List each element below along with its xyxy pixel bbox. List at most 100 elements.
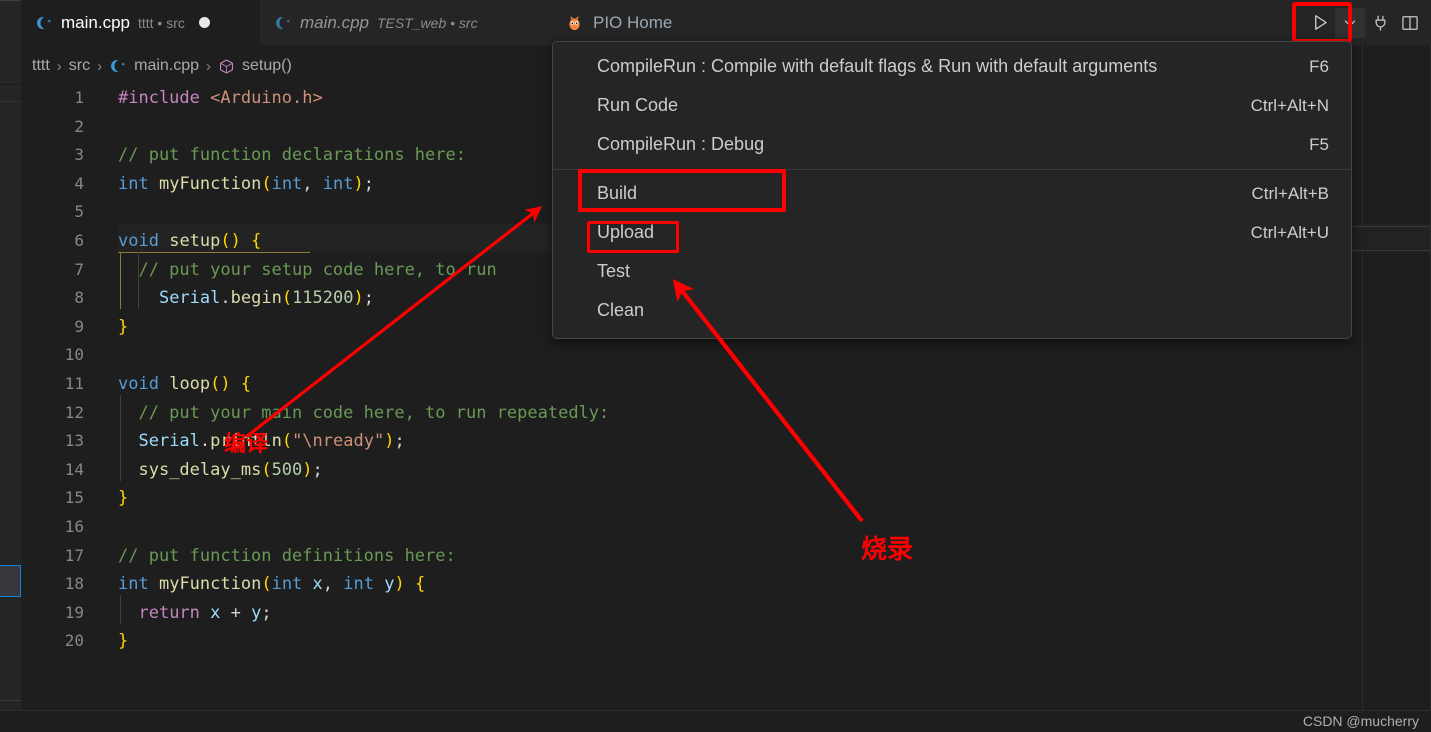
right-panel-band — [1340, 226, 1431, 250]
cpp-file-icon — [37, 16, 51, 29]
line-number: 7 — [74, 260, 84, 279]
code-token: Serial — [158, 288, 221, 308]
run-dropdown-button[interactable] — [1335, 7, 1365, 38]
chevron-down-icon — [1344, 19, 1356, 26]
code-token: void — [118, 231, 159, 251]
code-line[interactable]: #include <Arduino.h> — [118, 84, 323, 113]
code-line[interactable]: Serial.begin(115200); — [118, 284, 374, 313]
code-token: void — [118, 374, 159, 394]
code-token: y — [251, 603, 262, 623]
code-token: y — [384, 574, 395, 594]
annotation-compile-text: 编译 — [224, 432, 269, 457]
code-token: int — [118, 174, 149, 194]
chevron-right-icon: › — [97, 57, 103, 75]
split-editor-button[interactable] — [1395, 8, 1425, 38]
run-button[interactable] — [1305, 8, 1335, 38]
code-token: () — [220, 231, 241, 251]
code-token: ( — [281, 288, 293, 308]
breadcrumb-item-src[interactable]: src — [69, 57, 90, 75]
menu-item-build[interactable]: Build Ctrl+Alt+B — [553, 174, 1351, 213]
code-token: ) — [394, 574, 405, 594]
code-token: ; — [312, 460, 323, 480]
code-line[interactable]: // put function declarations here: — [118, 141, 466, 170]
code-token: myFunction — [158, 574, 262, 594]
code-token: + — [220, 603, 252, 623]
code-token: ( — [261, 574, 272, 594]
code-token: // put your setup code here, to run — [118, 260, 497, 280]
code-line[interactable]: int myFunction(int x, int y) { — [118, 570, 425, 599]
tab-main-cpp-test-web[interactable]: main.cpp TEST_web • src — [260, 0, 550, 45]
code-token: "\nready" — [292, 431, 385, 451]
editor-tab-bar: main.cpp tttt • src main.cpp TEST_web • … — [21, 0, 1431, 45]
serial-monitor-button[interactable] — [1365, 8, 1395, 38]
code-token: ; — [394, 431, 405, 451]
line-number: 6 — [74, 231, 84, 250]
tab-dirty-indicator[interactable] — [198, 17, 210, 28]
run-dropdown-menu[interactable]: CompileRun : Compile with default flags … — [552, 41, 1352, 339]
code-token: // put function definitions here: — [118, 546, 456, 566]
code-token: { — [240, 374, 252, 394]
split-editor-icon — [1402, 15, 1418, 30]
sidebar-divider-2 — [0, 101, 21, 102]
tab-pio-home[interactable]: PIO Home — [550, 0, 736, 45]
code-token: sys_delay_ms — [138, 460, 262, 480]
sidebar-focused-item[interactable] — [0, 565, 21, 597]
line-number: 8 — [74, 288, 84, 307]
code-line[interactable]: void setup() { — [118, 227, 261, 256]
code-line[interactable]: return x + y; — [118, 599, 271, 628]
code-token: x — [312, 574, 323, 594]
watermark-text: CSDN @mucherry — [1302, 713, 1419, 729]
menu-item-label: Run Code — [597, 95, 679, 115]
line-number: 1 — [74, 88, 84, 107]
code-line[interactable]: // put your main code here, to run repea… — [118, 399, 609, 428]
menu-item-label: Build — [597, 183, 638, 203]
line-number: 14 — [64, 460, 84, 479]
code-token: myFunction — [158, 174, 262, 194]
status-bar: CSDN @mucherry — [0, 710, 1431, 732]
menu-item-compilerun-debug[interactable]: CompileRun : Debug F5 — [553, 125, 1351, 164]
menu-item-upload[interactable]: Upload Ctrl+Alt+U — [553, 213, 1351, 252]
code-line[interactable]: sys_delay_ms(500); — [118, 456, 323, 485]
breadcrumb-item-setup[interactable]: setup() — [242, 57, 292, 75]
line-number: 16 — [64, 517, 84, 536]
tab-main-cpp-tttt[interactable]: main.cpp tttt • src — [21, 0, 260, 45]
code-token: ; — [363, 174, 374, 194]
line-number: 10 — [64, 345, 84, 364]
code-token: ; — [363, 288, 374, 308]
code-token: Serial — [138, 431, 200, 451]
vscode-window: main.cpp tttt • src main.cpp TEST_web • … — [0, 0, 1431, 732]
code-line[interactable]: } — [118, 313, 128, 342]
menu-item-keybinding: Ctrl+Alt+N — [1250, 95, 1329, 115]
code-line[interactable]: } — [118, 627, 128, 656]
cpp-file-icon — [276, 16, 290, 29]
breadcrumb-item-main-cpp[interactable]: main.cpp — [134, 57, 199, 75]
menu-item-label: Test — [597, 261, 631, 281]
right-panel-band-top-line — [1340, 226, 1431, 227]
code-line[interactable]: } — [118, 484, 128, 513]
menu-item-clean[interactable]: Clean — [553, 291, 1351, 330]
code-token: <Arduino.h> — [210, 88, 323, 108]
code-line[interactable]: int myFunction(int, int); — [118, 170, 374, 199]
editor-actions — [1305, 0, 1425, 45]
menu-item-compilerun-compile-with-default-flags-run-with-default-arguments[interactable]: CompileRun : Compile with default flags … — [553, 47, 1351, 86]
breadcrumb-item-tttt[interactable]: tttt — [32, 57, 50, 75]
menu-item-run-code[interactable]: Run Code Ctrl+Alt+N — [553, 86, 1351, 125]
menu-item-label: CompileRun : Debug — [597, 134, 765, 154]
code-line[interactable]: void loop() { — [118, 370, 251, 399]
menu-item-test[interactable]: Test — [553, 252, 1351, 291]
sidebar-divider-3 — [0, 700, 21, 701]
symbol-cube-icon — [220, 58, 234, 74]
code-token: setup — [169, 231, 221, 251]
menu-item-label: Clean — [597, 300, 645, 320]
code-line[interactable]: // put your setup code here, to run — [118, 256, 497, 285]
code-line[interactable]: // put function definitions here: — [118, 542, 456, 571]
code-token: } — [118, 317, 129, 337]
code-token: () — [210, 374, 231, 394]
